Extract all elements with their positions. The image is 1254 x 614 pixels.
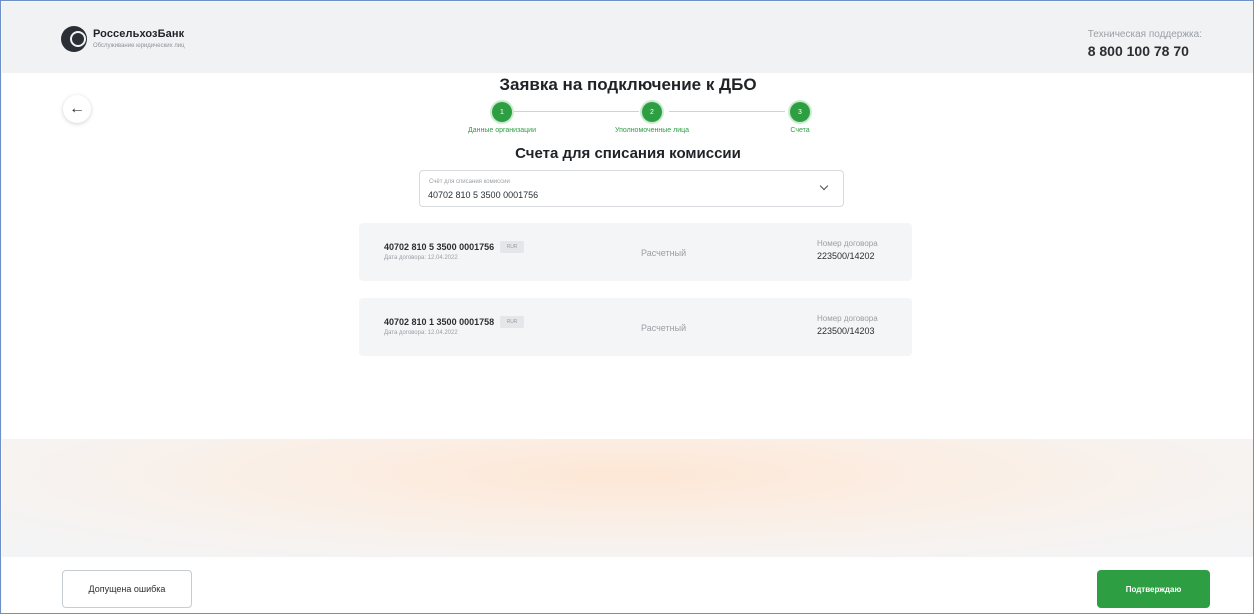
step-3-indicator: 3: [790, 102, 810, 122]
support-block: Техническая поддержка: 8 800 100 78 70: [1088, 29, 1202, 59]
account-card[interactable]: 40702 810 5 3500 0001756 RUR Дата догово…: [359, 223, 912, 281]
account-type: Расчетный: [641, 248, 687, 258]
account-type: Расчетный: [641, 323, 687, 333]
page-title: Заявка на подключение к ДБО: [499, 75, 757, 94]
currency-badge: RUR: [500, 241, 524, 253]
decorative-background-glow: [2, 439, 1253, 557]
back-button[interactable]: ←: [63, 95, 91, 123]
step-1-indicator: 1: [492, 102, 512, 122]
bank-subtitle: Обслуживание юридических лиц: [93, 43, 185, 49]
select-value: 40702 810 5 3500 0001756: [428, 190, 539, 200]
contract-number: 223500/14203: [817, 326, 875, 336]
step-2-indicator: 2: [642, 102, 662, 122]
select-label: Счёт для списания комиссии: [429, 179, 510, 185]
account-number: 40702 810 5 3500 0001756: [384, 242, 495, 252]
header: РоссельхозБанк Обслуживание юридических …: [2, 2, 1253, 73]
bank-logo[interactable]: РоссельхозБанк Обслуживание юридических …: [61, 26, 185, 52]
commission-account-select[interactable]: Счёт для списания комиссии 40702 810 5 3…: [419, 170, 844, 207]
account-card[interactable]: 40702 810 1 3500 0001758 RUR Дата догово…: [359, 298, 912, 356]
bank-logo-icon: [61, 26, 87, 52]
report-error-button[interactable]: Допущена ошибка: [62, 570, 192, 608]
support-phone[interactable]: 8 800 100 78 70: [1088, 43, 1202, 59]
step-1-label: Данные организации: [467, 127, 537, 134]
stepper-connector: [669, 111, 785, 112]
arrow-left-icon: ←: [69, 100, 85, 117]
contract-number: 223500/14202: [817, 251, 875, 261]
contract-date: Дата договора: 12.04.2022: [384, 330, 458, 336]
stepper-connector: [514, 111, 639, 112]
currency-badge: RUR: [500, 316, 524, 328]
chevron-down-icon[interactable]: [819, 181, 829, 191]
confirm-button[interactable]: Подтверждаю: [1097, 570, 1210, 608]
step-3-label: Счета: [790, 127, 810, 134]
step-2-label: Уполномоченные лица: [614, 127, 690, 134]
section-title: Счета для списания комиссии: [515, 145, 741, 162]
account-number: 40702 810 1 3500 0001758: [384, 317, 495, 327]
bank-name: РоссельхозБанк: [93, 28, 185, 40]
progress-stepper: 1 Данные организации 2 Уполномоченные ли…: [441, 102, 821, 142]
contract-number-label: Номер договора: [817, 239, 878, 248]
app-window: РоссельхозБанк Обслуживание юридических …: [0, 0, 1254, 614]
support-label: Техническая поддержка:: [1087, 29, 1202, 40]
contract-date: Дата договора: 12.04.2022: [384, 255, 458, 261]
contract-number-label: Номер договора: [817, 314, 878, 323]
